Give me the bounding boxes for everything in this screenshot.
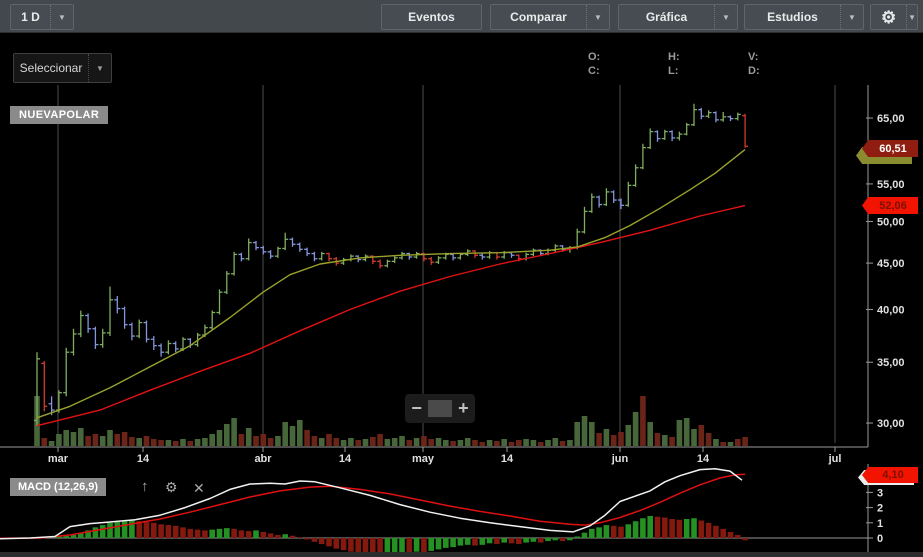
red-ma-price-badge: 52,06 <box>862 197 918 214</box>
svg-text:0: 0 <box>877 533 883 545</box>
svg-text:jun: jun <box>611 453 629 465</box>
svg-text:30,00: 30,00 <box>877 418 905 430</box>
price-chart-canvas[interactable]: 65,0055,0050,0045,0040,0035,0030,00mar 14… <box>0 0 923 557</box>
chevron-down-icon[interactable]: ▼ <box>906 5 917 29</box>
bottom-panel-strip <box>0 552 923 557</box>
chevron-down-icon[interactable]: ▼ <box>586 5 609 29</box>
svg-text:2: 2 <box>877 503 883 515</box>
svg-text:3: 3 <box>877 487 883 499</box>
macd-signal-badge: 4,10 <box>862 467 918 483</box>
open-field-label: O: <box>588 51 601 63</box>
chevron-down-icon[interactable]: ▼ <box>840 5 863 29</box>
top-toolbar: 1 D ▼ Eventos Comparar ▼ Gráfica ▼ Estud… <box>0 0 923 33</box>
svg-text:40,00: 40,00 <box>877 305 905 317</box>
svg-text:14: 14 <box>501 453 514 465</box>
eventos-button[interactable]: Eventos <box>381 4 482 30</box>
grafica-label: Gráfica <box>645 10 688 24</box>
zoom-in-button[interactable]: + <box>452 395 475 422</box>
symbol-select-label: Seleccionar <box>19 61 83 75</box>
close-field-label: C: <box>588 65 600 77</box>
svg-text:mar: mar <box>48 453 69 465</box>
period-label: 1 D <box>21 10 40 24</box>
macd-close-icon[interactable]: ✕ <box>193 481 205 495</box>
date-field-label: D: <box>748 65 760 77</box>
high-field-label: H: <box>668 51 680 63</box>
zoom-controls: − + <box>405 394 475 423</box>
chevron-down-icon[interactable]: ▼ <box>714 5 737 29</box>
gear-icon: ⚙ <box>881 7 897 27</box>
svg-text:14: 14 <box>339 453 352 465</box>
svg-text:35,00: 35,00 <box>877 357 905 369</box>
svg-text:65,00: 65,00 <box>877 113 905 125</box>
svg-text:1: 1 <box>877 518 883 530</box>
svg-text:55,00: 55,00 <box>877 179 905 191</box>
expand-panel-arrow-icon[interactable]: ↑ <box>141 479 149 494</box>
volume-field-label: V: <box>748 51 759 63</box>
grafica-button[interactable]: Gráfica ▼ <box>618 4 738 30</box>
chevron-down-icon[interactable]: ▼ <box>88 54 111 82</box>
zoom-divider <box>428 400 452 417</box>
svg-text:50,00: 50,00 <box>877 217 905 229</box>
settings-button[interactable]: ⚙ ▼ <box>870 4 918 30</box>
charting-app: 65,00 55,00 50,00 45,00 40,00 35,00 30,00 mar 14… <box>0 0 923 557</box>
svg-text:abr: abr <box>254 453 272 465</box>
svg-text:14: 14 <box>137 453 150 465</box>
comparar-button[interactable]: Comparar ▼ <box>490 4 610 30</box>
macd-settings-gear-icon[interactable]: ⚙ <box>165 480 178 494</box>
symbol-select-dropdown[interactable]: Seleccionar ▼ <box>13 53 112 83</box>
period-dropdown[interactable]: 1 D ▼ <box>10 4 74 30</box>
last-price-badge: 60,51 <box>862 140 918 157</box>
svg-text:jul: jul <box>828 453 842 465</box>
estudios-button[interactable]: Estudios ▼ <box>744 4 864 30</box>
estudios-label: Estudios <box>767 10 818 24</box>
svg-text:14: 14 <box>697 453 710 465</box>
comparar-label: Comparar <box>510 10 567 24</box>
eventos-label: Eventos <box>408 10 455 24</box>
macd-study-tag: MACD (12,26,9) <box>10 478 107 496</box>
low-field-label: L: <box>668 65 679 77</box>
zoom-out-button[interactable]: − <box>405 395 428 422</box>
svg-text:may: may <box>412 453 435 465</box>
chevron-down-icon[interactable]: ▼ <box>50 5 73 29</box>
svg-text:45,00: 45,00 <box>877 258 905 270</box>
symbol-name-tag: NUEVAPOLAR <box>10 106 109 124</box>
